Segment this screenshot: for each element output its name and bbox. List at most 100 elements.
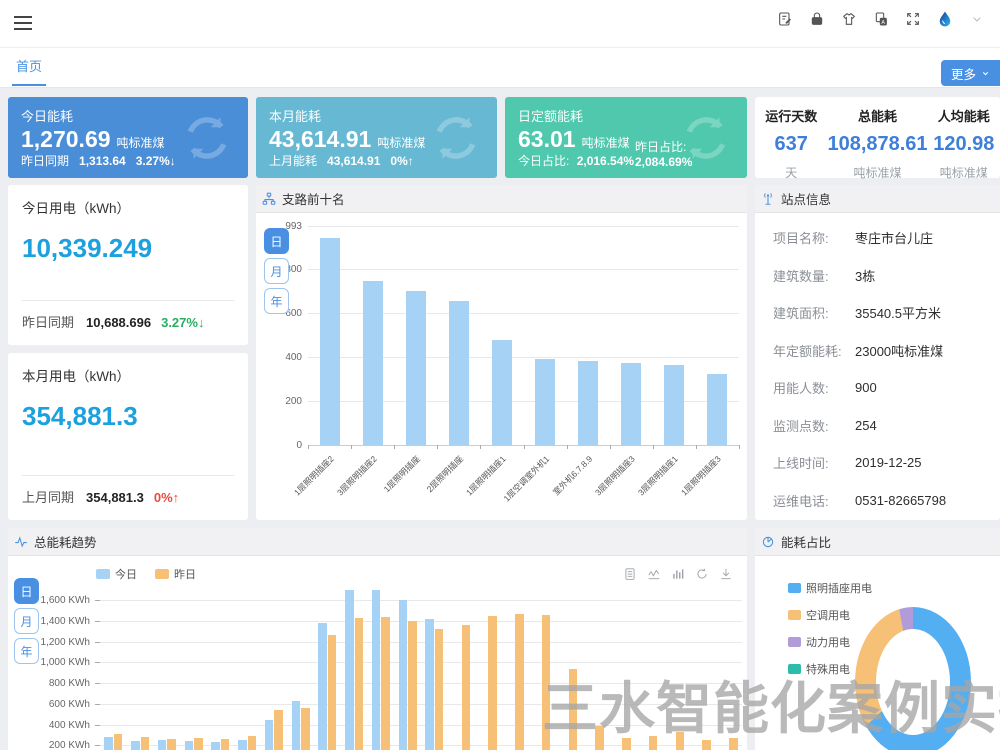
stat-label: 总能耗 — [827, 106, 927, 125]
hamburger-menu-icon[interactable] — [14, 16, 32, 30]
bar-1层照明插座1[interactable] — [492, 340, 512, 445]
bar-yesterday-h15[interactable] — [515, 614, 524, 750]
fullscreen-icon[interactable] — [904, 10, 922, 28]
energy-trend-chart[interactable]: 1,600 KWh1,400 KWh1,200 KWh1,000 KWh800 … — [8, 584, 747, 750]
site-info-label: 项目名称: — [773, 228, 855, 247]
period-button-月[interactable]: 月 — [14, 608, 39, 634]
logo-waterdrop[interactable] — [936, 10, 954, 28]
bar-yesterday-h19[interactable] — [622, 738, 631, 750]
site-info-row: 监测点数:254 — [755, 407, 1000, 445]
legend-swatch — [788, 583, 801, 593]
panel-title: 能耗占比 — [781, 532, 831, 551]
bar-yesterday-h8[interactable] — [328, 635, 337, 750]
theme-shirt-icon[interactable] — [840, 10, 858, 28]
line-chart-icon[interactable] — [647, 567, 661, 581]
bar-today-h0[interactable] — [104, 737, 113, 750]
bar-yesterday-h17[interactable] — [569, 669, 578, 750]
panel-header: 总能耗趋势 — [8, 528, 747, 556]
x-axis-label: 2层照明插座 — [423, 453, 465, 495]
bar-today-h1[interactable] — [131, 741, 140, 750]
panel-title: 支路前十名 — [282, 189, 345, 208]
bar-室外机6.7.8.9[interactable] — [578, 361, 598, 445]
bar-today-h9[interactable] — [345, 590, 354, 750]
more-button[interactable]: 更多 — [941, 60, 1000, 86]
bar-3层照明插座3[interactable] — [621, 363, 641, 445]
bar-chart-icon[interactable] — [671, 567, 685, 581]
x-axis-label: 3层照明插座3 — [593, 453, 638, 498]
usage-footer-pct: 0%↑ — [154, 490, 179, 505]
bar-3层照明插座2[interactable] — [363, 281, 383, 445]
bar-yesterday-h14[interactable] — [488, 616, 497, 750]
period-button-日[interactable]: 日 — [14, 578, 39, 604]
chevron-down-icon[interactable] — [968, 10, 986, 28]
legend-item-空调用电[interactable]: 空调用电 — [788, 607, 872, 623]
bar-yesterday-h9[interactable] — [355, 618, 364, 750]
bar-1层空调室外机1[interactable] — [535, 359, 555, 445]
bar-yesterday-h4[interactable] — [221, 739, 230, 750]
data-view-icon[interactable] — [623, 567, 637, 581]
restore-icon[interactable] — [695, 567, 709, 581]
bar-yesterday-h10[interactable] — [381, 617, 390, 750]
bar-today-h4[interactable] — [211, 742, 220, 750]
site-info-value: 0531-82665798 — [855, 493, 946, 508]
stat-per-capita-energy: 人均能耗 120.98 吨标准煤 — [928, 97, 1000, 178]
bar-yesterday-h11[interactable] — [408, 621, 417, 750]
legend-item-今日[interactable]: 今日 — [96, 566, 137, 582]
bar-yesterday-h16[interactable] — [542, 615, 551, 750]
bar-yesterday-h6[interactable] — [274, 710, 283, 750]
bar-today-h7[interactable] — [292, 701, 301, 750]
kpi-footer-label: 昨日同期 — [21, 154, 69, 168]
bar-yesterday-h23[interactable] — [729, 738, 738, 750]
legend-item-动力用电[interactable]: 动力用电 — [788, 634, 872, 650]
branch-hierarchy-icon — [262, 192, 276, 206]
bar-today-h10[interactable] — [372, 590, 381, 750]
bar-today-h12[interactable] — [425, 619, 434, 750]
bar-today-h2[interactable] — [158, 740, 167, 750]
bar-yesterday-h3[interactable] — [194, 738, 203, 750]
y-axis-tick-label: 200 KWh — [24, 740, 90, 750]
lock-icon[interactable] — [808, 10, 826, 28]
chart-toolbox — [623, 567, 733, 581]
bar-today-h3[interactable] — [185, 741, 194, 750]
bar-1层照明插座2[interactable] — [320, 238, 340, 445]
legend-item-照明插座用电[interactable]: 照明插座用电 — [788, 580, 872, 596]
y-axis-tick — [95, 600, 100, 601]
period-button-月[interactable]: 月 — [264, 258, 289, 284]
bar-yesterday-h2[interactable] — [167, 739, 176, 750]
tab-home[interactable]: 首页 — [12, 56, 46, 86]
bar-2层照明插座[interactable] — [449, 301, 469, 445]
kpi-footer-value: 1,313.64 — [79, 154, 126, 168]
bar-yesterday-h21[interactable] — [676, 732, 685, 750]
bar-1层照明插座3[interactable] — [707, 374, 727, 445]
period-button-年[interactable]: 年 — [264, 288, 289, 314]
period-button-日[interactable]: 日 — [264, 228, 289, 254]
bar-yesterday-h22[interactable] — [702, 740, 711, 750]
bar-yesterday-h12[interactable] — [435, 629, 444, 750]
pie-chart-icon — [761, 535, 775, 549]
legend-item-昨日[interactable]: 昨日 — [155, 566, 196, 582]
translate-icon[interactable]: A — [872, 10, 890, 28]
period-button-年[interactable]: 年 — [14, 638, 39, 664]
bar-yesterday-h7[interactable] — [301, 708, 310, 750]
kpi-footer-label: 今日占比: — [518, 154, 569, 168]
download-icon[interactable] — [719, 567, 733, 581]
bar-yesterday-h5[interactable] — [248, 736, 257, 750]
bar-yesterday-h1[interactable] — [141, 737, 150, 750]
branch-top10-chart[interactable]: 02004006008009931层照明插座23层照明插座21层照明插座2层照明… — [256, 213, 747, 520]
bar-today-h6[interactable] — [265, 720, 274, 750]
bar-yesterday-h18[interactable] — [595, 726, 604, 750]
bar-today-h11[interactable] — [399, 600, 408, 750]
bar-today-h8[interactable] — [318, 623, 327, 750]
bar-yesterday-h0[interactable] — [114, 734, 123, 750]
edit-note-icon[interactable] — [776, 10, 794, 28]
kpi-footer-value: 2,016.54% — [577, 154, 634, 168]
bar-3层照明插座1[interactable] — [664, 365, 684, 445]
site-info-value: 900 — [855, 380, 877, 395]
bar-yesterday-h13[interactable] — [462, 625, 471, 750]
x-axis-label: 1层照明插座 — [380, 453, 422, 495]
x-axis-tick — [351, 445, 352, 449]
bar-today-h5[interactable] — [238, 740, 247, 750]
usage-title: 今日用电（kWh） — [22, 197, 130, 217]
bar-yesterday-h20[interactable] — [649, 736, 658, 750]
bar-1层照明插座[interactable] — [406, 291, 426, 445]
